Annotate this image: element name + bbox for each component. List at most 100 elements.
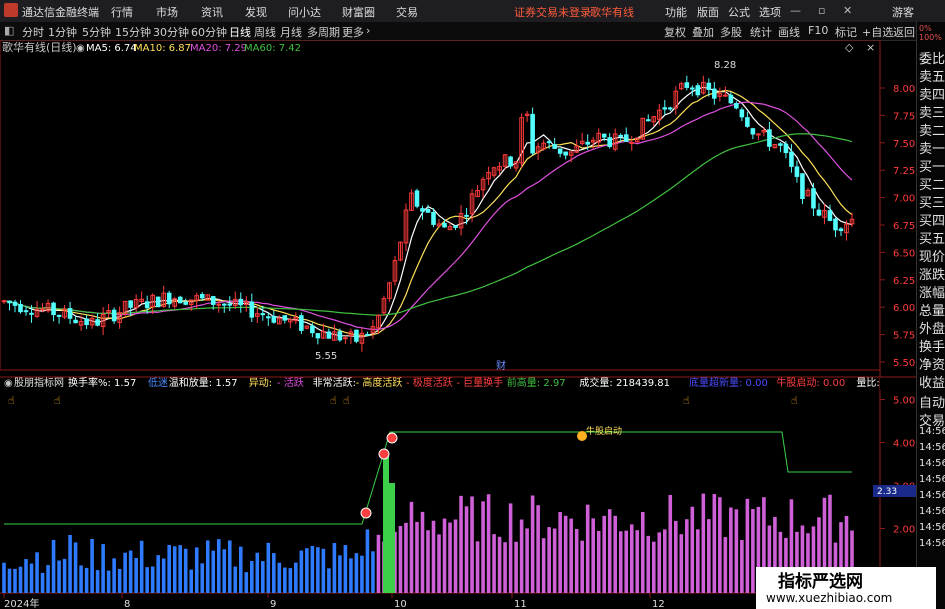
indicator-bar xyxy=(205,540,210,593)
side-panel-item[interactable]: 卖一 xyxy=(919,138,945,157)
side-panel-item[interactable]: 卖五 xyxy=(919,66,945,85)
menu-function[interactable]: 功能 xyxy=(665,4,687,20)
side-panel-item[interactable]: 卖三 xyxy=(919,102,945,121)
menu-quotes[interactable]: 行情 xyxy=(111,4,133,20)
period-weekly[interactable]: 周线 xyxy=(254,24,276,40)
menu-wealth[interactable]: 财富圈 xyxy=(342,4,375,20)
price-tick-label: 6.50 xyxy=(893,248,915,259)
side-panel-item[interactable]: 14:56 xyxy=(919,442,945,453)
login-notice[interactable]: 证券交易未登录 xyxy=(514,4,591,20)
indicator-bar xyxy=(90,538,94,593)
period-daily[interactable]: 日线 xyxy=(229,24,251,40)
side-panel-item[interactable]: 14:56 xyxy=(919,474,945,485)
btn-add-watch[interactable]: +自选 xyxy=(862,24,893,40)
side-panel-item[interactable]: 买三 xyxy=(919,192,945,211)
indicator-bar xyxy=(354,553,359,593)
finance-marker[interactable]: 财 xyxy=(496,359,506,372)
side-panel-item[interactable]: 14:56 xyxy=(919,458,945,469)
period-multi[interactable]: 多周期 xyxy=(307,24,340,40)
side-panel-item[interactable]: 14:56 xyxy=(919,538,945,549)
btn-overlay[interactable]: 叠加 xyxy=(692,24,714,40)
side-panel-item[interactable]: 收益 xyxy=(919,372,945,391)
period-30min[interactable]: 30分钟 xyxy=(153,24,189,40)
time-tick-label: 12 xyxy=(652,599,665,609)
side-panel-item[interactable]: 卖四 xyxy=(919,84,945,103)
btn-mark[interactable]: 标记 xyxy=(835,24,857,40)
btn-draw[interactable]: 画线 xyxy=(778,24,800,40)
btn-multi-stock[interactable]: 多股 xyxy=(720,24,742,40)
side-panel-item[interactable]: 14:56 xyxy=(919,522,945,533)
indicator-bar xyxy=(707,519,711,593)
user-label[interactable]: 游客 xyxy=(892,4,914,20)
indicator-bar xyxy=(272,553,276,593)
window-close-icon[interactable]: ✕ xyxy=(843,4,852,17)
window-maximize-icon[interactable]: ▫ xyxy=(818,4,825,17)
indicator-bar xyxy=(35,552,39,593)
indicator-bar xyxy=(73,542,78,593)
period-intraday[interactable]: 分时 xyxy=(22,24,44,40)
window-minimize-icon[interactable]: — xyxy=(790,4,801,17)
menu-market[interactable]: 市场 xyxy=(156,4,178,20)
high-price-label: 8.28 xyxy=(714,60,736,71)
candle-body xyxy=(12,301,18,306)
indicator-axis: 5.004.003.002.00 xyxy=(873,396,916,536)
side-panel-item[interactable]: 换手 xyxy=(919,336,945,355)
expand-icon[interactable]: ◇ xyxy=(845,41,854,54)
indicator-bar xyxy=(24,559,28,593)
side-panel-item[interactable]: 涨幅 xyxy=(919,282,945,301)
side-panel-item[interactable]: 卖二 xyxy=(919,120,945,139)
close-panel-icon[interactable]: × xyxy=(866,41,875,54)
stock-name-link[interactable]: 歌华有线 xyxy=(590,4,634,20)
menu-options[interactable]: 选项 xyxy=(759,4,781,20)
menu-layout[interactable]: 版面 xyxy=(697,4,719,20)
btn-adjust[interactable]: 复权 xyxy=(664,24,686,40)
side-panel-item[interactable]: 14:56 xyxy=(919,490,945,501)
ma20-label: MA20: 7.29 xyxy=(190,43,247,54)
side-panel-item[interactable]: 买五 xyxy=(919,228,945,247)
side-panel-item[interactable]: 涨跌 xyxy=(919,264,945,283)
chevron-right-icon[interactable]: › xyxy=(366,24,370,37)
period-60min[interactable]: 60分钟 xyxy=(191,24,227,40)
time-tick-label: 2024年 xyxy=(4,597,39,609)
btn-f10[interactable]: F10 xyxy=(808,24,828,37)
side-panel-item[interactable]: 现价 xyxy=(919,246,945,265)
indicator-settings-icon[interactable]: ◉ xyxy=(4,378,13,389)
period-5min[interactable]: 5分钟 xyxy=(82,24,111,40)
menu-discover[interactable]: 发现 xyxy=(245,4,267,20)
ma10-label: MA10: 6.87 xyxy=(134,43,191,54)
menu-trade[interactable]: 交易 xyxy=(396,4,418,20)
side-panel-item[interactable]: 买四 xyxy=(919,210,945,229)
indicator-legend-item: - 巨量换手 xyxy=(456,376,503,389)
btn-back[interactable]: 返回 xyxy=(893,24,915,40)
period-15min[interactable]: 15分钟 xyxy=(115,24,151,40)
side-panel-item[interactable]: 净资 xyxy=(919,354,945,373)
side-panel-item[interactable]: 外盘 xyxy=(919,318,945,337)
menu-formula[interactable]: 公式 xyxy=(728,4,750,20)
indicator-legend-item: 换手率%: 1.57 xyxy=(68,376,136,389)
panel-toggle-icon[interactable]: ◧ xyxy=(4,24,14,37)
side-panel-item[interactable]: 买二 xyxy=(919,174,945,193)
period-monthly[interactable]: 月线 xyxy=(280,24,302,40)
period-1min[interactable]: 1分钟 xyxy=(48,24,77,40)
period-more[interactable]: 更多 xyxy=(342,24,364,40)
candle-body xyxy=(249,301,255,318)
ma10-line xyxy=(3,89,853,337)
side-panel-item[interactable]: 买一 xyxy=(919,156,945,175)
side-panel-item[interactable]: 14:56 xyxy=(919,506,945,517)
settings-icon[interactable]: ◉ xyxy=(76,43,85,54)
candle-body xyxy=(7,300,12,304)
candle-body xyxy=(111,309,117,322)
candle-body xyxy=(601,133,607,138)
side-panel-item[interactable]: 委比 xyxy=(919,48,945,67)
indicator-bar xyxy=(585,504,590,593)
menu-ask[interactable]: 问小达 xyxy=(288,4,321,20)
menu-news[interactable]: 资讯 xyxy=(201,4,223,20)
chart-area[interactable]: 换手率%: 1.57 低迷 温和放量: 1.57 异动: - 活跃 非常活跃: - 高度活跃… xyxy=(0,40,916,609)
side-panel-item[interactable]: 14:56 xyxy=(919,426,945,437)
btn-stats[interactable]: 统计 xyxy=(750,24,772,40)
side-panel-item[interactable]: 总量 xyxy=(919,300,945,319)
candle-body xyxy=(690,87,695,90)
indicator-bar xyxy=(123,552,127,593)
period-toolbar: ◧ 分时 1分钟 5分钟 15分钟 30分钟 60分钟 日线 周线 月线 多周期… xyxy=(0,22,916,41)
side-panel-item[interactable]: 自动 xyxy=(919,392,945,411)
